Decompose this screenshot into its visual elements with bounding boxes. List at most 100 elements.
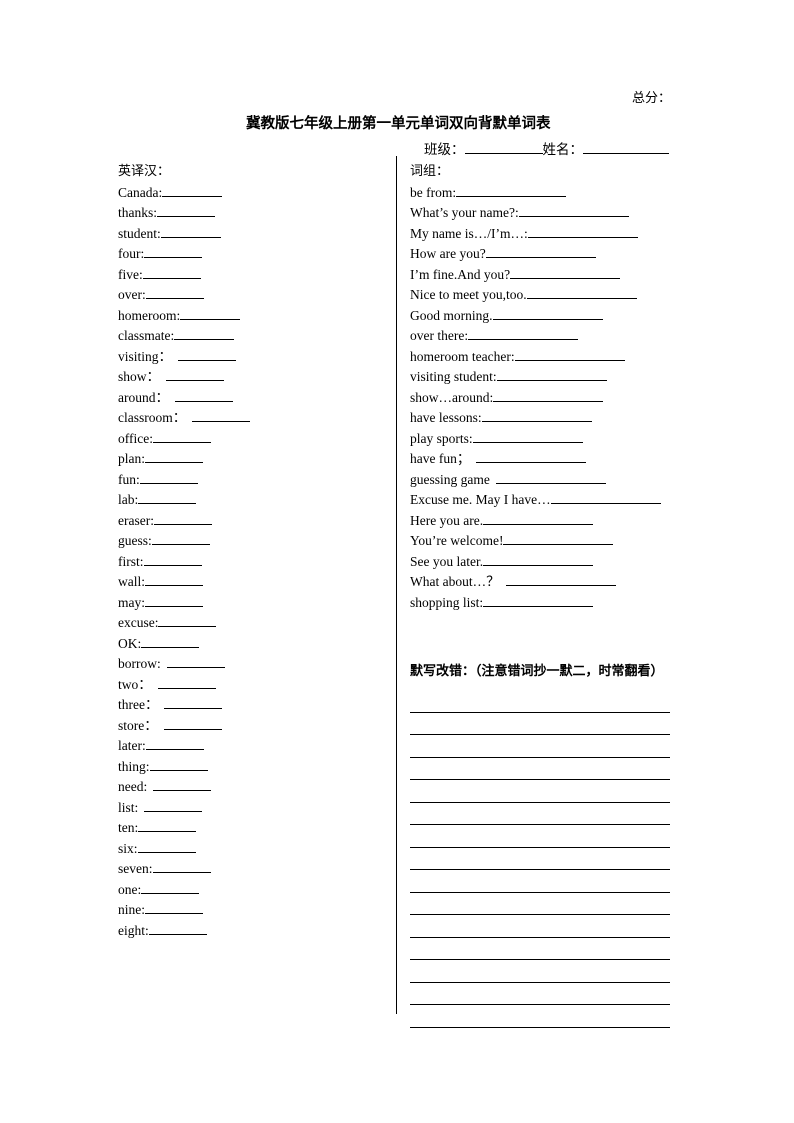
vocab-entry-answer-blank[interactable] bbox=[138, 491, 197, 504]
vocab-entry-answer-blank[interactable] bbox=[145, 286, 204, 299]
correction-line[interactable] bbox=[410, 870, 670, 893]
vocab-entry-answer-blank[interactable] bbox=[145, 901, 203, 914]
vocab-entry-label: plan: bbox=[118, 451, 145, 466]
phrase-entry-answer-blank[interactable] bbox=[481, 409, 592, 422]
correction-line[interactable] bbox=[410, 1005, 670, 1028]
vocab-entry-answer-blank[interactable] bbox=[141, 635, 200, 648]
vocab-entry-answer-blank[interactable] bbox=[152, 860, 211, 873]
correction-line[interactable] bbox=[410, 983, 670, 1005]
phrase-entry-answer-blank[interactable] bbox=[483, 553, 594, 566]
vocab-entry-answer-blank[interactable] bbox=[145, 450, 203, 463]
vocab-entry-label: visiting： bbox=[118, 348, 173, 364]
vocab-entry-answer-blank[interactable] bbox=[157, 204, 215, 217]
vocab-entry-answer-blank[interactable] bbox=[153, 778, 212, 791]
vocab-entry-answer-blank[interactable] bbox=[141, 881, 200, 894]
phrase-entry-answer-blank[interactable] bbox=[483, 594, 594, 607]
phrase-entry-answer-blank[interactable] bbox=[492, 307, 603, 320]
vocab-entry-label: three： bbox=[118, 697, 159, 712]
phrase-entry-label: Good morning. bbox=[410, 307, 493, 323]
vocab-entry-label: Canada: bbox=[118, 184, 163, 200]
vocab-entry-answer-blank[interactable] bbox=[138, 819, 197, 832]
correction-line[interactable] bbox=[410, 825, 670, 848]
phrase-entry-row: Nice to meet you,too. bbox=[410, 285, 710, 306]
vocab-entry-row: borrow: bbox=[118, 654, 368, 675]
vocab-entry-answer-blank[interactable] bbox=[192, 409, 251, 422]
vocab-entry-label: eight: bbox=[118, 922, 149, 938]
vocab-entry-answer-blank[interactable] bbox=[142, 266, 201, 279]
correction-line[interactable] bbox=[410, 893, 670, 915]
phrase-entry-answer-blank[interactable] bbox=[476, 450, 587, 463]
phrase-entry-answer-blank[interactable] bbox=[468, 327, 579, 340]
vocab-entry-answer-blank[interactable] bbox=[144, 799, 203, 812]
vocab-entry-answer-blank[interactable] bbox=[143, 553, 202, 566]
vocab-entry-answer-blank[interactable] bbox=[174, 327, 235, 340]
vocab-entry-answer-blank[interactable] bbox=[145, 573, 203, 586]
vocab-entry-answer-blank[interactable] bbox=[149, 758, 208, 771]
phrase-entry-answer-blank[interactable] bbox=[518, 204, 629, 217]
vocab-entry-answer-blank[interactable] bbox=[145, 737, 204, 750]
phrase-entry-answer-blank[interactable] bbox=[505, 573, 616, 586]
vocab-entry-answer-blank[interactable] bbox=[175, 389, 233, 402]
correction-line[interactable] bbox=[410, 960, 670, 983]
phrase-entry-answer-blank[interactable] bbox=[527, 225, 638, 238]
vocab-entry-answer-blank[interactable] bbox=[166, 655, 225, 668]
vocab-entry-row: Canada: bbox=[118, 183, 368, 204]
phrase-entry-answer-blank[interactable] bbox=[493, 389, 604, 402]
vocab-entry-label: student: bbox=[118, 225, 161, 241]
phrase-entry-answer-blank[interactable] bbox=[485, 245, 596, 258]
phrase-entry-label: My name is…/I’m…: bbox=[410, 225, 528, 241]
vocab-entry-answer-blank[interactable] bbox=[139, 471, 198, 484]
phrase-entry-answer-blank[interactable] bbox=[495, 471, 606, 484]
vocab-entry-answer-blank[interactable] bbox=[163, 717, 222, 730]
phrase-entry-label: shopping list: bbox=[410, 594, 484, 610]
correction-line[interactable] bbox=[410, 690, 670, 713]
correction-line[interactable] bbox=[410, 803, 670, 825]
vocab-entry-answer-blank[interactable] bbox=[137, 840, 196, 853]
vocab-entry-row: list: bbox=[118, 798, 368, 819]
vocab-entry-answer-blank[interactable] bbox=[148, 922, 207, 935]
vocab-entry-answer-blank[interactable] bbox=[144, 245, 203, 258]
correction-line[interactable] bbox=[410, 780, 670, 803]
vocab-entry-answer-blank[interactable] bbox=[180, 307, 241, 320]
vocab-entry-answer-blank[interactable] bbox=[166, 368, 225, 381]
vocab-entry-row: thanks: bbox=[118, 203, 368, 224]
vocab-entry-answer-blank[interactable] bbox=[152, 430, 211, 443]
vocab-entry-answer-blank[interactable] bbox=[164, 696, 223, 709]
vocab-entry-answer-blank[interactable] bbox=[162, 184, 223, 197]
phrase-entry-answer-blank[interactable] bbox=[483, 512, 594, 525]
vocab-entry-answer-blank[interactable] bbox=[153, 512, 212, 525]
correction-line[interactable] bbox=[410, 735, 670, 758]
correction-line[interactable] bbox=[410, 938, 670, 960]
phrase-entry-answer-blank[interactable] bbox=[456, 184, 567, 197]
vocab-entry-answer-blank[interactable] bbox=[157, 676, 216, 689]
correction-line[interactable] bbox=[410, 915, 670, 938]
class-blank[interactable] bbox=[464, 140, 543, 154]
vocab-entry-answer-blank[interactable] bbox=[158, 614, 217, 627]
phrase-entry-answer-blank[interactable] bbox=[514, 348, 625, 361]
vocab-entry-label: one: bbox=[118, 881, 142, 897]
correction-line[interactable] bbox=[410, 713, 670, 735]
vocab-entry-answer-blank[interactable] bbox=[178, 348, 237, 361]
vocab-entry-row: around： bbox=[118, 388, 368, 409]
vocab-entry-row: classmate: bbox=[118, 326, 368, 347]
vocab-entry-row: store： bbox=[118, 716, 368, 737]
phrase-entry-answer-blank[interactable] bbox=[510, 266, 621, 279]
vocab-entry-row: one: bbox=[118, 880, 368, 901]
name-blank[interactable] bbox=[583, 140, 669, 154]
correction-heading: 默写改错：（注意错词抄一默二，时常翻看） bbox=[410, 664, 664, 679]
vocab-entry-answer-blank[interactable] bbox=[160, 225, 221, 238]
correction-line[interactable] bbox=[410, 848, 670, 870]
phrase-entry-label: Nice to meet you,too. bbox=[410, 287, 527, 302]
phrase-entry-answer-blank[interactable] bbox=[472, 430, 583, 443]
vocab-entry-label: nine: bbox=[118, 902, 145, 917]
correction-line[interactable] bbox=[410, 758, 670, 780]
phrase-entry-answer-blank[interactable] bbox=[503, 532, 614, 545]
vocab-entry-answer-blank[interactable] bbox=[145, 594, 203, 607]
phrase-entry-answer-blank[interactable] bbox=[496, 368, 607, 381]
vocab-entry-label: two： bbox=[118, 676, 152, 692]
vocab-entry-answer-blank[interactable] bbox=[151, 532, 210, 545]
phrase-entry-answer-blank[interactable] bbox=[526, 286, 637, 299]
vocab-entry-row: first: bbox=[118, 552, 368, 573]
phrase-entry-label: You’re welcome! bbox=[410, 533, 504, 548]
phrase-entry-answer-blank[interactable] bbox=[550, 491, 661, 504]
